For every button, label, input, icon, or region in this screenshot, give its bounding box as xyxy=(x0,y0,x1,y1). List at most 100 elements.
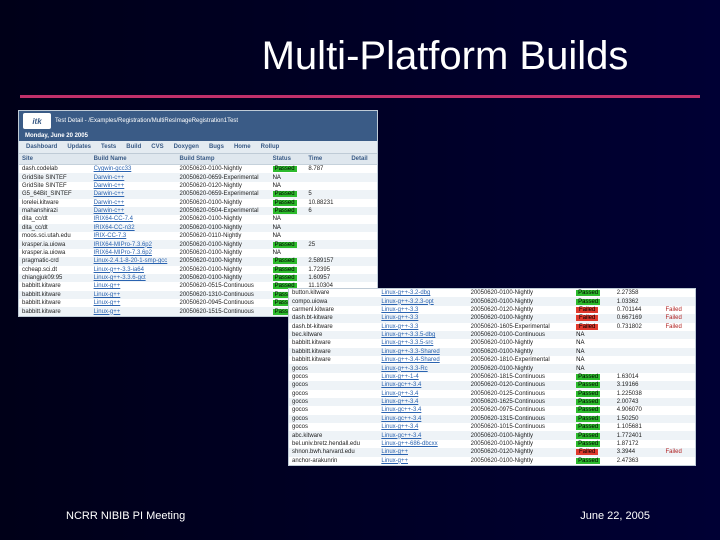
cell-site: GridSite SINTEF xyxy=(19,173,91,181)
cell-site: mahanshirazi xyxy=(19,207,91,215)
cell-build[interactable]: Linux-g++-3.2-dbg xyxy=(378,289,467,297)
cell-stamp: 20050620-0100-Nightly xyxy=(468,314,574,322)
cell-build[interactable]: Linux-g++ xyxy=(378,457,467,465)
table-row: shnon.bwh.harvard.eduLinux-g++20050620-0… xyxy=(289,448,695,456)
cell-build[interactable]: IRIX64-CC-7.4 xyxy=(91,215,177,223)
cell-status: NA xyxy=(573,348,614,356)
cell-site: dita_cc/dt xyxy=(19,224,91,232)
cell-build[interactable]: IRIX64-CC-n32 xyxy=(91,224,177,232)
tab-home[interactable]: Home xyxy=(231,143,254,151)
cell-build[interactable]: Linux-g++-3.4-Shared xyxy=(378,356,467,364)
col-status: Status xyxy=(270,154,306,165)
cell-build[interactable]: Linux-g++ xyxy=(91,299,177,307)
cell-status: NA xyxy=(573,339,614,347)
cell-site: button.kitware xyxy=(289,289,378,297)
cell-build[interactable]: Linux-gc++-3.4 xyxy=(378,415,467,423)
cell-build[interactable]: Linux-g++-3.3.5-dbg xyxy=(378,331,467,339)
cell-stamp: 20050620-1625-Continuous xyxy=(468,398,574,406)
tab-build[interactable]: Build xyxy=(123,143,144,151)
cell-time: 0.667169 xyxy=(614,314,663,322)
cell-site: krasper.ia.uiowa xyxy=(19,240,91,248)
status-na: NA xyxy=(576,349,584,355)
table-row: dita_cc/dtIRIX64-CC-7.420050620-0100-Nig… xyxy=(19,215,377,223)
cell-status: Failed xyxy=(573,448,614,456)
cell-build[interactable]: Linux-g++-3.3 xyxy=(378,323,467,331)
cell-build[interactable]: Linux-g++ xyxy=(378,448,467,456)
cell-site: bec.kitware xyxy=(289,331,378,339)
cell-time: 2.589157 xyxy=(305,257,348,265)
table-row: anchor-arakunrinLinux-g++20050620-0100-N… xyxy=(289,457,695,465)
table-row: GridSite SINTEFDarwin-c++20050620-0120-N… xyxy=(19,182,377,190)
cell-detail xyxy=(348,266,377,274)
table-row: gocosLinux-g++-3.420050620-1625-Continuo… xyxy=(289,398,695,406)
cell-build[interactable]: Linux-g++-3.4 xyxy=(378,398,467,406)
cell-site: krasper.ia.uiowa xyxy=(19,249,91,257)
tab-rollup[interactable]: Rollup xyxy=(258,143,283,151)
table-row: lorelei.kitwareDarwin-c++20050620-0100-N… xyxy=(19,199,377,207)
cell-build[interactable]: Cygwin-gcc33 xyxy=(91,165,177,174)
cell-detail xyxy=(662,364,695,372)
table-row: gocosLinux-gc++-3.420050620-0120-Continu… xyxy=(289,381,695,389)
cell-build[interactable]: IRIX64-MIPro-7.3.6p2 xyxy=(91,240,177,248)
status-na: NA xyxy=(273,216,281,222)
tab-updates[interactable]: Updates xyxy=(64,143,94,151)
cell-build[interactable]: Linux-g++ xyxy=(91,282,177,290)
cell-site: ccheap.sci.dt xyxy=(19,266,91,274)
cell-build[interactable]: Linux-g++-3.3-ia64 xyxy=(91,266,177,274)
cell-build[interactable]: Linux-g++-3.3.5-src xyxy=(378,339,467,347)
cell-build[interactable]: Linux-g++ xyxy=(91,307,177,315)
table-row: carmenl.kitwareLinux-g++-3.320050620-012… xyxy=(289,306,695,314)
tab-dashboard[interactable]: Dashboard xyxy=(23,143,60,151)
cell-time: 5 xyxy=(305,190,348,198)
cell-build[interactable]: Linux-g++-3.4 xyxy=(378,390,467,398)
table-row: babbitt.kitwareLinux-g++-3.4-Shared20050… xyxy=(289,356,695,364)
cell-status: NA xyxy=(270,182,306,190)
tab-cvs[interactable]: CVS xyxy=(148,143,166,151)
cell-build[interactable]: Linux-gc++-3.4 xyxy=(378,381,467,389)
cell-build[interactable]: Darwin-c++ xyxy=(91,173,177,181)
cell-build[interactable]: Linux-g++-3.3 xyxy=(378,314,467,322)
cell-stamp: 20050620-0100-Nightly xyxy=(468,297,574,305)
cell-detail xyxy=(662,406,695,414)
cell-detail: Failed xyxy=(662,323,695,331)
cell-build[interactable]: Darwin-c++ xyxy=(91,199,177,207)
cell-build[interactable]: Linux-g++-3.3-Shared xyxy=(378,348,467,356)
cell-stamp: 20050620-0100-Nightly xyxy=(177,240,270,248)
cell-site: gocos xyxy=(289,390,378,398)
status-passed: Passed xyxy=(576,407,600,413)
cell-stamp: 20050620-0120-Nightly xyxy=(468,448,574,456)
cell-build[interactable]: Darwin-c++ xyxy=(91,182,177,190)
status-na: NA xyxy=(576,340,584,346)
cell-stamp: 20050620-0945-Continuous xyxy=(177,299,270,307)
dashboard-date: Monday, June 20 2005 xyxy=(19,131,377,141)
tab-doxygen[interactable]: Doxygen xyxy=(171,143,202,151)
cell-build[interactable]: Linux-gc++-3.4 xyxy=(378,406,467,414)
cell-detail xyxy=(348,232,377,240)
status-na: NA xyxy=(273,225,281,231)
cell-time: 2.00743 xyxy=(614,398,663,406)
cell-build[interactable]: Linux-2.4.1-8-20-1-smp-gcc xyxy=(91,257,177,265)
cell-build[interactable]: Darwin-c++ xyxy=(91,207,177,215)
cell-build[interactable]: Linux-g++-1-4 xyxy=(378,373,467,381)
right-table: button.kitwareLinux-g++-3.2-dbg20050620-… xyxy=(289,289,695,465)
cell-build[interactable]: Linux-g++-3.2.3-opt xyxy=(378,297,467,305)
cell-build[interactable]: Linux-g++-686-dbcxx xyxy=(378,440,467,448)
cell-status: Passed xyxy=(573,406,614,414)
cell-stamp: 20050620-0100-Nightly xyxy=(177,249,270,257)
cell-site: gocos xyxy=(289,423,378,431)
tab-tests[interactable]: Tests xyxy=(98,143,119,151)
cell-build[interactable]: Linux-g++-3.3.6-gct xyxy=(91,274,177,282)
tab-bugs[interactable]: Bugs xyxy=(206,143,227,151)
cell-build[interactable]: IRIX64-MIPro-7.3.6p2 xyxy=(91,249,177,257)
cell-build[interactable]: Linux-g++-3.3-Rc xyxy=(378,364,467,372)
cell-build[interactable]: Darwin-c++ xyxy=(91,190,177,198)
cell-build[interactable]: Linux-g++-3.4 xyxy=(378,423,467,431)
cell-build[interactable]: IRIX-CC-7.3 xyxy=(91,232,177,240)
cell-build[interactable]: Linux-gc++-3.4 xyxy=(378,431,467,439)
col-site: Site xyxy=(19,154,91,165)
cell-build[interactable]: Linux-g++-3.3 xyxy=(378,306,467,314)
table-row: moos.sci.utah.eduIRIX-CC-7.320050620-011… xyxy=(19,232,377,240)
cell-build[interactable]: Linux-g++ xyxy=(91,291,177,299)
cell-site: gocos xyxy=(289,381,378,389)
cell-detail xyxy=(662,373,695,381)
